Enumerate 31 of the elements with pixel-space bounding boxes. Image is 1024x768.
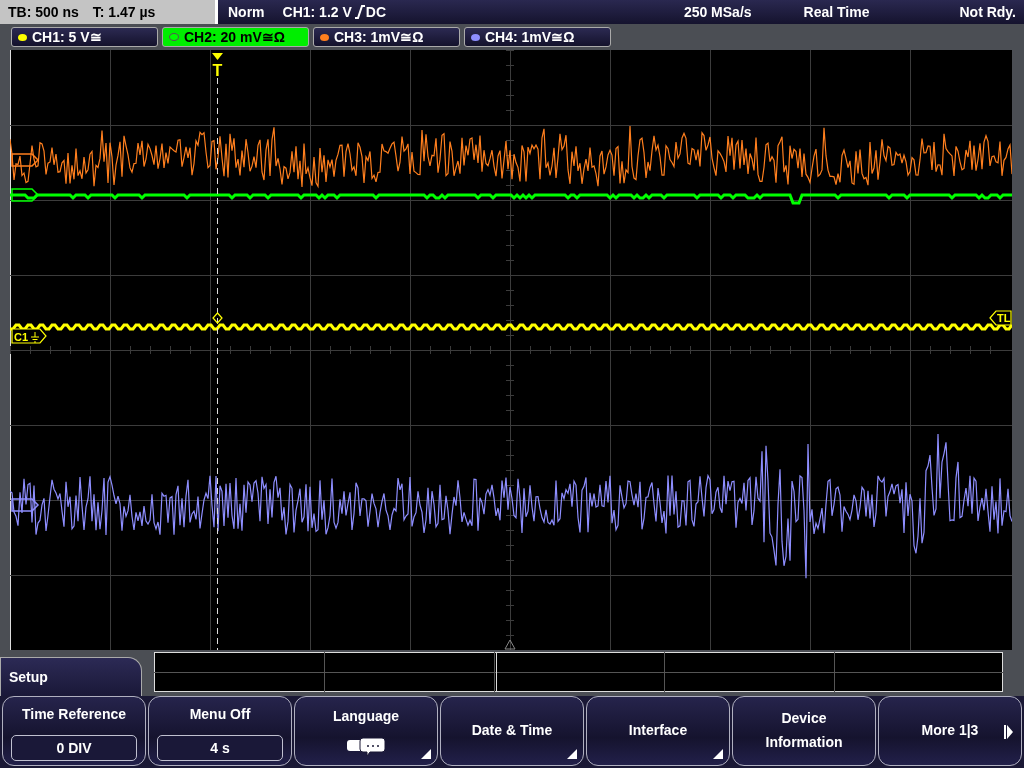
channel-tab[interactable]: CH1: 5 V≅ (11, 27, 158, 47)
next-page-icon (1004, 725, 1013, 739)
softkey-button[interactable]: Language (294, 696, 438, 766)
status-label: Not Rdy. (959, 4, 1016, 20)
center-marker-icon (504, 639, 516, 650)
channel-tab[interactable]: CH3: 1mV≅Ω (313, 27, 460, 47)
channel-tab[interactable]: CH4: 1mV≅Ω (464, 27, 611, 47)
softkey-button[interactable]: Menu Off 4 s (148, 696, 292, 766)
softkey-button[interactable]: More 1|3 (878, 696, 1022, 766)
submenu-corner-icon (713, 749, 723, 759)
softkey-button[interactable]: Time Reference 0 DIV (2, 696, 146, 766)
rising-edge-icon (354, 5, 365, 19)
sample-rate-label: 250 MSa/s (683, 4, 752, 20)
trigger-point-icon (212, 312, 223, 324)
value-field: 0 DIV (11, 735, 137, 761)
trigger-mode-label: Norm (228, 4, 265, 20)
acquisition-mode-label: Real Time (803, 4, 870, 20)
trigger-level-label: CH1: 1.2 V (282, 4, 352, 20)
timebase-label[interactable]: TB: 500 ns (8, 4, 79, 20)
trigger-coupling-label: DC (365, 4, 387, 20)
softkey-button[interactable]: Interface (586, 696, 730, 766)
trigger-time-label[interactable]: T: 1.47 µs (92, 4, 156, 20)
softkey-button[interactable]: Device Information (732, 696, 876, 766)
channel-marker-icon[interactable] (11, 498, 40, 512)
submenu-corner-icon (567, 749, 577, 759)
channel-tab[interactable]: CH2: 20 mV≅Ω (162, 27, 309, 47)
channel-marker[interactable]: C1 (11, 328, 47, 344)
value-field: 4 s (157, 735, 283, 761)
softkey-button[interactable]: Date & Time (440, 696, 584, 766)
channel-marker-icon[interactable] (11, 153, 40, 167)
submenu-corner-icon (421, 749, 431, 759)
